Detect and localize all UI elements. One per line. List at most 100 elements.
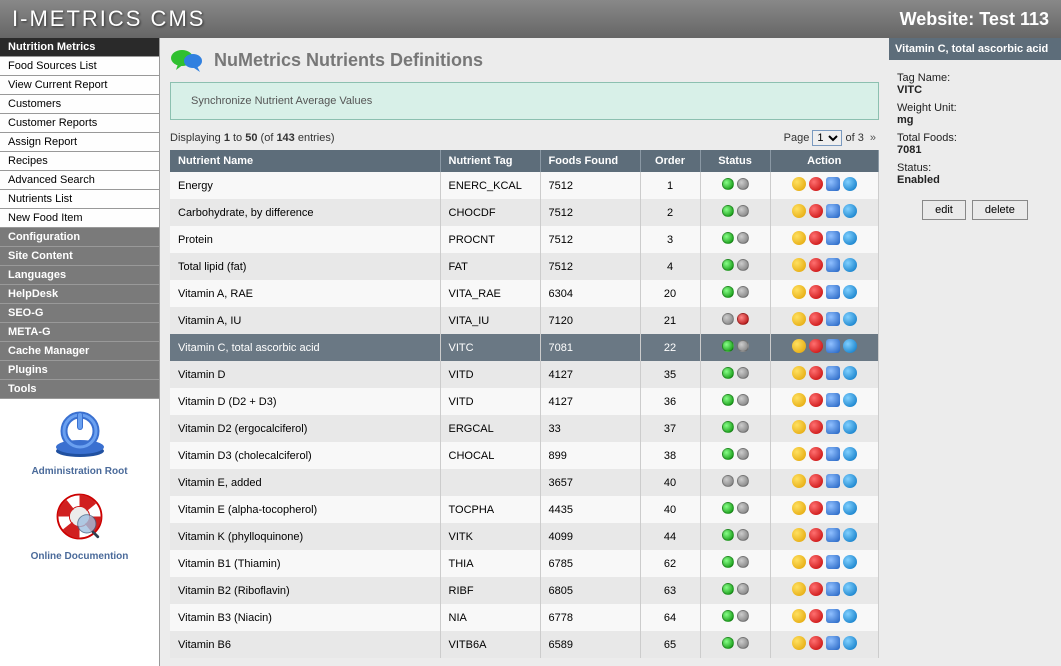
- sidebar-item[interactable]: Advanced Search: [0, 171, 159, 190]
- star-icon[interactable]: [792, 555, 806, 569]
- info-icon[interactable]: [843, 366, 857, 380]
- status-dot-icon[interactable]: [722, 313, 734, 325]
- delete-icon[interactable]: [809, 312, 823, 326]
- col-order[interactable]: Order: [640, 150, 700, 172]
- delete-button[interactable]: delete: [972, 200, 1028, 220]
- delete-icon[interactable]: [809, 582, 823, 596]
- status-dot-icon[interactable]: [737, 448, 749, 460]
- sidebar-item[interactable]: Cache Manager: [0, 342, 159, 361]
- edit-icon[interactable]: [826, 501, 840, 515]
- edit-icon[interactable]: [826, 636, 840, 650]
- edit-icon[interactable]: [826, 447, 840, 461]
- status-dot-icon[interactable]: [737, 610, 749, 622]
- delete-icon[interactable]: [809, 474, 823, 488]
- sidebar-item[interactable]: HelpDesk: [0, 285, 159, 304]
- status-dot-icon[interactable]: [737, 340, 749, 352]
- status-dot-icon[interactable]: [722, 259, 734, 271]
- info-icon[interactable]: [843, 528, 857, 542]
- sidebar-item[interactable]: New Food Item: [0, 209, 159, 228]
- status-dot-icon[interactable]: [737, 556, 749, 568]
- status-dot-icon[interactable]: [737, 178, 749, 190]
- delete-icon[interactable]: [809, 636, 823, 650]
- star-icon[interactable]: [792, 528, 806, 542]
- status-dot-icon[interactable]: [737, 475, 749, 487]
- edit-icon[interactable]: [826, 609, 840, 623]
- status-dot-icon[interactable]: [722, 448, 734, 460]
- edit-icon[interactable]: [826, 204, 840, 218]
- status-dot-icon[interactable]: [722, 556, 734, 568]
- status-dot-icon[interactable]: [737, 313, 749, 325]
- status-dot-icon[interactable]: [737, 286, 749, 298]
- info-icon[interactable]: [843, 636, 857, 650]
- table-row[interactable]: Vitamin E (alpha-tocopherol)TOCPHA443540: [170, 496, 879, 523]
- status-dot-icon[interactable]: [722, 394, 734, 406]
- sidebar-item[interactable]: Nutrients List: [0, 190, 159, 209]
- status-dot-icon[interactable]: [722, 178, 734, 190]
- delete-icon[interactable]: [809, 528, 823, 542]
- sync-button[interactable]: Synchronize Nutrient Average Values: [170, 82, 879, 120]
- delete-icon[interactable]: [809, 366, 823, 380]
- table-row[interactable]: Vitamin A, IUVITA_IU712021: [170, 307, 879, 334]
- info-icon[interactable]: [843, 447, 857, 461]
- status-dot-icon[interactable]: [722, 475, 734, 487]
- table-row[interactable]: Vitamin D3 (cholecalciferol)CHOCAL89938: [170, 442, 879, 469]
- status-dot-icon[interactable]: [722, 583, 734, 595]
- table-row[interactable]: Vitamin A, RAEVITA_RAE630420: [170, 280, 879, 307]
- sidebar-item[interactable]: View Current Report: [0, 76, 159, 95]
- info-icon[interactable]: [843, 555, 857, 569]
- status-dot-icon[interactable]: [722, 529, 734, 541]
- col-name[interactable]: Nutrient Name: [170, 150, 440, 172]
- edit-icon[interactable]: [826, 528, 840, 542]
- edit-button[interactable]: edit: [922, 200, 966, 220]
- star-icon[interactable]: [792, 231, 806, 245]
- info-icon[interactable]: [843, 285, 857, 299]
- status-dot-icon[interactable]: [737, 232, 749, 244]
- table-row[interactable]: Vitamin D2 (ergocalciferol)ERGCAL3337: [170, 415, 879, 442]
- star-icon[interactable]: [792, 636, 806, 650]
- status-dot-icon[interactable]: [722, 340, 734, 352]
- status-dot-icon[interactable]: [722, 286, 734, 298]
- page-select[interactable]: 1: [812, 130, 842, 146]
- edit-icon[interactable]: [826, 474, 840, 488]
- status-dot-icon[interactable]: [737, 367, 749, 379]
- delete-icon[interactable]: [809, 231, 823, 245]
- delete-icon[interactable]: [809, 204, 823, 218]
- table-row[interactable]: Total lipid (fat)FAT75124: [170, 253, 879, 280]
- delete-icon[interactable]: [809, 447, 823, 461]
- star-icon[interactable]: [792, 582, 806, 596]
- info-icon[interactable]: [843, 231, 857, 245]
- table-row[interactable]: Carbohydrate, by differenceCHOCDF75122: [170, 199, 879, 226]
- table-row[interactable]: Vitamin B6VITB6A658965: [170, 631, 879, 658]
- edit-icon[interactable]: [826, 312, 840, 326]
- edit-icon[interactable]: [826, 258, 840, 272]
- delete-icon[interactable]: [809, 393, 823, 407]
- delete-icon[interactable]: [809, 555, 823, 569]
- status-dot-icon[interactable]: [722, 637, 734, 649]
- star-icon[interactable]: [792, 177, 806, 191]
- edit-icon[interactable]: [826, 285, 840, 299]
- star-icon[interactable]: [792, 609, 806, 623]
- table-row[interactable]: Vitamin B2 (Riboflavin)RIBF680563: [170, 577, 879, 604]
- sidebar-item[interactable]: Food Sources List: [0, 57, 159, 76]
- table-row[interactable]: Vitamin E, added365740: [170, 469, 879, 496]
- delete-icon[interactable]: [809, 177, 823, 191]
- delete-icon[interactable]: [809, 501, 823, 515]
- star-icon[interactable]: [792, 339, 806, 353]
- star-icon[interactable]: [792, 474, 806, 488]
- col-status[interactable]: Status: [700, 150, 770, 172]
- edit-icon[interactable]: [826, 231, 840, 245]
- star-icon[interactable]: [792, 447, 806, 461]
- table-row[interactable]: Vitamin D (D2 + D3)VITD412736: [170, 388, 879, 415]
- star-icon[interactable]: [792, 366, 806, 380]
- online-doc-link[interactable]: Online Documention: [0, 489, 159, 562]
- info-icon[interactable]: [843, 339, 857, 353]
- table-row[interactable]: Vitamin B1 (Thiamin)THIA678562: [170, 550, 879, 577]
- status-dot-icon[interactable]: [737, 394, 749, 406]
- sidebar-item[interactable]: SEO-G: [0, 304, 159, 323]
- star-icon[interactable]: [792, 420, 806, 434]
- sidebar-item[interactable]: Languages: [0, 266, 159, 285]
- status-dot-icon[interactable]: [737, 583, 749, 595]
- status-dot-icon[interactable]: [737, 529, 749, 541]
- status-dot-icon[interactable]: [737, 421, 749, 433]
- status-dot-icon[interactable]: [722, 232, 734, 244]
